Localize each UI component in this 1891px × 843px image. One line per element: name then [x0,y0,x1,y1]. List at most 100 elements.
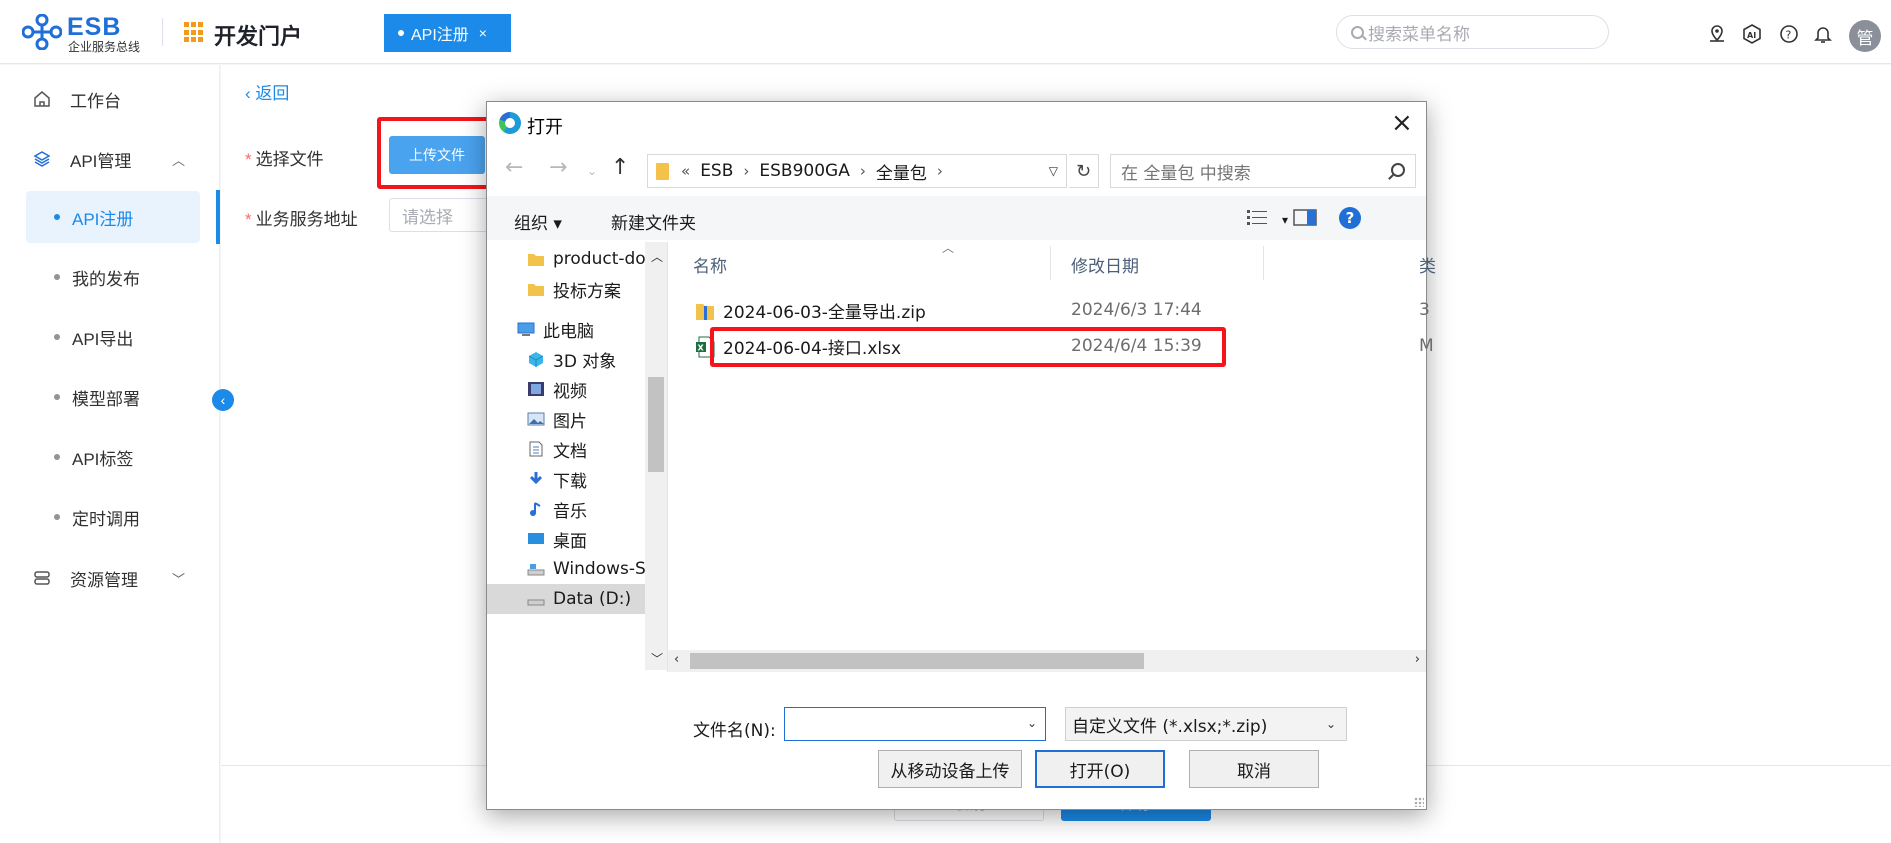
folder-search-input[interactable]: 在 全量包 中搜索 [1110,154,1416,188]
column-divider[interactable] [1050,246,1051,280]
overflow-icon[interactable]: « [681,162,690,180]
folder-icon [528,254,544,266]
navigation-pane: product-doc 投标方案 此电脑 3D 对象 视频 图片 文档 下载 音… [487,242,667,667]
close-icon[interactable]: × [1391,108,1413,138]
back-link[interactable]: ‹ 返回 [245,79,289,104]
sidebar-subitem-label: 定时调用 [72,509,140,529]
menu-search-input[interactable]: 搜索菜单名称 [1336,15,1609,49]
column-header-name[interactable]: 名称 [693,252,727,277]
sidebar-subitem-label: API导出 [72,329,134,349]
sidebar-item-api-management[interactable]: API管理 ︿ [0,133,220,185]
sidebar-subitem-api-tags[interactable]: API标签 [26,431,200,483]
tab-dot [398,30,404,36]
sidebar: 工作台 API管理 ︿ API注册 我的发布 API导出 模型部署 API标签 … [0,65,220,843]
file-type-filter[interactable]: 自定义文件 (*.xlsx;*.zip) ⌄ [1065,707,1347,741]
chevron-down-icon[interactable]: ▽ [1049,164,1058,178]
file-row[interactable]: 2024-06-03-全量导出.zip 2024/6/3 17:44 3 [693,295,1430,325]
tab-api-register[interactable]: API注册 × [384,14,511,52]
tree-item[interactable]: 音乐 [527,494,587,524]
sidebar-item-resource-management[interactable]: 资源管理 ﹀ [0,552,220,604]
sidebar-subitem-label: API标签 [72,449,134,469]
tree-item[interactable]: 文档 [527,434,587,464]
sidebar-subitem-scheduled-call[interactable]: 定时调用 [26,491,200,543]
column-divider[interactable] [1263,246,1264,280]
sidebar-item-workbench[interactable]: 工作台 [0,73,220,125]
bullet-icon [54,514,60,520]
view-dropdown-icon[interactable]: ▾ [1282,213,1288,227]
scrollbar-thumb[interactable] [690,653,1144,669]
sidebar-subitem-api-export[interactable]: API导出 [26,311,200,363]
bullet-icon [54,334,60,340]
up-arrow-icon[interactable]: ↑ [611,155,629,180]
new-folder-button[interactable]: 新建文件夹 [611,209,696,234]
breadcrumb-item[interactable]: 全量包 [876,159,927,184]
tree-item[interactable]: 桌面 [527,524,587,554]
tree-item[interactable]: 图片 [527,404,587,434]
tree-item[interactable]: 此电脑 [517,314,594,344]
scroll-up-icon[interactable]: ︿ [651,248,663,265]
tree-item[interactable]: 投标方案 [527,274,621,304]
help-icon[interactable]: ? [1339,207,1361,229]
service-address-select[interactable]: 请选择 [389,198,489,232]
scroll-down-icon[interactable]: ﹀ [651,650,663,667]
chevron-up-icon: ︿ [172,152,186,168]
sidebar-item-label: API管理 [70,151,132,171]
document-icon [529,441,543,457]
logo-subtitle: 企业服务总线 [68,40,141,54]
sidebar-subitem-model-deploy[interactable]: 模型部署 [26,371,200,423]
tree-item-label: product-doc [553,249,656,269]
scroll-right-icon[interactable]: › [1415,652,1420,667]
recent-dropdown-icon[interactable]: ⌄ [587,164,597,178]
filename-input[interactable]: ⌄ [784,707,1046,741]
organize-menu[interactable]: 组织 ▾ [514,209,562,234]
sidebar-collapse-button[interactable]: ‹ [212,389,234,411]
chevron-down-icon[interactable]: ⌄ [1027,716,1037,730]
address-bar[interactable]: « ESB › ESB900GA › 全量包 › ▽ [647,154,1067,188]
bullet-icon [54,394,60,400]
file-field-label: * 选择文件 [245,145,324,170]
tab-label: API注册 [411,27,469,44]
search-icon [1351,25,1364,39]
file-list-scrollbar[interactable]: ‹ › [668,650,1426,672]
scroll-left-icon[interactable]: ‹ [674,652,679,667]
esb-logo[interactable]: ESB 企业服务总线 [22,12,152,54]
server-icon [32,568,52,588]
view-options-icon[interactable] [1247,209,1267,226]
scrollbar-thumb[interactable] [648,377,664,472]
breadcrumb-item[interactable]: ESB900GA [759,161,849,181]
portal-title: 开发门户 [214,24,303,49]
tree-item[interactable]: 视频 [527,374,587,404]
tab-close-icon[interactable]: × [479,25,487,41]
layers-icon [32,149,52,169]
bell-icon[interactable] [1813,24,1833,44]
back-arrow-icon[interactable]: ← [505,155,523,180]
highlight-box-file [710,327,1226,367]
tree-item-selected[interactable]: Data (D:) [487,584,645,614]
open-button[interactable]: 打开(O) [1035,750,1165,788]
upload-from-mobile-button[interactable]: 从移动设备上传 [878,750,1022,788]
help-circle-icon[interactable]: ? [1779,24,1799,44]
preview-pane-icon[interactable] [1293,209,1317,226]
svg-text:AI: AI [1747,31,1756,40]
grid-apps-icon[interactable] [184,22,205,43]
bullet-icon [54,214,60,220]
tree-item[interactable]: 3D 对象 [527,344,616,374]
sidebar-subitem-my-publish[interactable]: 我的发布 [26,251,200,303]
tree-item[interactable]: product-doc [527,244,655,274]
ai-icon[interactable]: AI [1742,24,1762,44]
forward-arrow-icon[interactable]: → [549,155,567,180]
refresh-icon[interactable]: ↻ [1069,154,1099,188]
dialog-cancel-button[interactable]: 取消 [1189,750,1319,788]
location-pin-icon[interactable] [1707,24,1727,44]
avatar[interactable]: 管 [1849,20,1881,52]
svg-text:X: X [698,344,705,353]
tree-item[interactable]: 下载 [527,464,587,494]
sidebar-item-label: 资源管理 [70,570,138,590]
pane-divider[interactable] [667,242,668,672]
column-header-type[interactable]: 类 [1419,252,1436,277]
breadcrumb-item[interactable]: ESB [700,161,733,181]
tree-scrollbar[interactable]: ︿ ﹀ [645,242,667,670]
column-header-date[interactable]: 修改日期 [1071,252,1139,277]
sidebar-subitem-api-register[interactable]: API注册 [26,191,200,243]
resize-grip[interactable] [1414,797,1424,807]
